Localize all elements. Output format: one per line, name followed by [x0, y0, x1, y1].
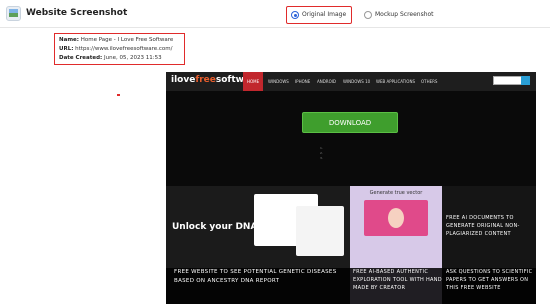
top-bar: Website Screenshot Original Image Mockup…	[0, 0, 550, 28]
name-value: Home Page - I Love Free Software	[80, 37, 174, 43]
app-title: Website Screenshot	[26, 8, 128, 18]
original-image-radio[interactable]	[291, 11, 299, 19]
dna-results-mockup	[296, 206, 344, 256]
card2-caption: FREE AI-BASED AUTHENTIC EXPLORATION TOOL…	[353, 269, 442, 291]
nav-others: OTHERS	[421, 79, 438, 84]
original-image-label[interactable]: Original Image	[302, 11, 346, 18]
card3-caption: ASK QUESTIONS TO SCIENTIFIC PAPERS TO GE…	[446, 269, 533, 291]
url-label: URL:	[59, 46, 74, 52]
download-section: DOWNLOAD 1. 2. 3.	[166, 91, 536, 186]
mockup-screenshot-label[interactable]: Mockup Screenshot	[375, 11, 434, 18]
vector-article-card: Generate true vector FREE AI-BASED AUTHE…	[350, 186, 442, 304]
name-label: Name:	[59, 37, 79, 43]
website-screenshot-preview: ilovefreesoftware HOME WINDOWS IPHONE AN…	[166, 72, 536, 304]
dna-card-subtext	[172, 235, 246, 238]
site-search-icon	[521, 76, 530, 85]
card2-artwork	[364, 200, 428, 236]
download-button: DOWNLOAD	[302, 112, 398, 133]
screenshot-metadata: Name: Home Page - I Love Free Software U…	[54, 33, 185, 65]
site-navbar: ilovefreesoftware HOME WINDOWS IPHONE AN…	[166, 72, 536, 91]
red-marker	[117, 94, 120, 96]
nav-iphone: IPHONE	[295, 79, 311, 84]
nav-web-applications: WEB APPLICATIONS	[376, 79, 415, 84]
card1-caption: FREE WEBSITE TO SEE POTENTIAL GENETIC DI…	[174, 269, 337, 284]
download-steps: 1. 2. 3.	[320, 146, 323, 160]
url-row: URL: https://www.ilovefreesoftware.com/	[59, 46, 172, 52]
date-label: Date Created:	[59, 55, 103, 61]
date-row: Date Created: June, 05, 2023 11:53	[59, 55, 162, 61]
nav-windows10: WINDOWS 10	[343, 79, 371, 84]
card2-header: Generate true vector	[369, 190, 423, 196]
date-value: June, 05, 2023 11:53	[104, 55, 162, 61]
site-search-input	[493, 76, 523, 85]
nav-home: HOME	[243, 72, 264, 91]
dna-card-title: Unlock your DNA	[172, 222, 258, 232]
dna-article-card: Unlock your DNA FREE WEBSITE TO SEE POTE…	[166, 186, 350, 304]
mockup-screenshot-radio[interactable]	[364, 11, 372, 19]
card3-top-caption: FREE AI DOCUMENTS TO GENERATE ORIGINAL N…	[446, 215, 520, 237]
image-app-icon	[6, 6, 21, 21]
article-cards: Unlock your DNA FREE WEBSITE TO SEE POTE…	[166, 186, 536, 304]
ai-article-card: FREE AI DOCUMENTS TO GENERATE ORIGINAL N…	[442, 186, 536, 304]
nav-android: ANDROID	[317, 79, 336, 84]
name-row: Name: Home Page - I Love Free Software	[59, 37, 173, 43]
nav-windows: WINDOWS	[268, 79, 289, 84]
url-value: https://www.ilovefreesoftware.com/	[75, 46, 173, 52]
